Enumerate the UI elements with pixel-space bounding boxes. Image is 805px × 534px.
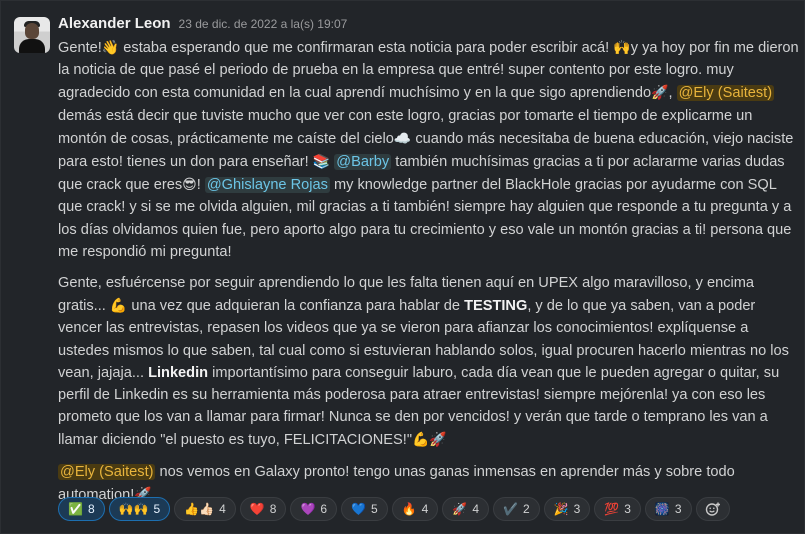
- reaction-raised-hands[interactable]: 🙌🙌 5: [108, 497, 171, 521]
- message-timestamp[interactable]: 23 de dic. de 2022 a la(s) 19:07: [179, 17, 348, 31]
- reaction-emoji: 🔥: [401, 502, 417, 516]
- reaction-emoji: ❤️: [249, 502, 265, 516]
- mention-barby[interactable]: @Barby: [334, 154, 392, 171]
- raised-hands-emoji: 🙌: [613, 39, 631, 55]
- reaction-emoji: 💜: [300, 502, 316, 516]
- reaction-check-mark[interactable]: ✔️ 2: [493, 497, 540, 521]
- flexed-biceps-emoji: 💪: [109, 297, 128, 314]
- reaction-emoji: 🚀: [452, 502, 468, 516]
- avatar[interactable]: [14, 17, 50, 53]
- author-name[interactable]: Alexander Leon: [58, 15, 171, 32]
- reaction-fire[interactable]: 🔥 4: [391, 497, 439, 521]
- reaction-count: 4: [219, 502, 226, 516]
- reaction-count: 5: [371, 502, 378, 516]
- avatar-head: [25, 23, 39, 39]
- reaction-count: 2: [522, 502, 530, 516]
- reaction-blue-heart[interactable]: 💙 5: [341, 497, 388, 521]
- mention-ely-2[interactable]: @Ely (Saitest): [58, 463, 156, 480]
- reaction-count: 8: [269, 502, 277, 516]
- reaction-count: 3: [573, 502, 581, 516]
- books-emoji: 📚: [312, 153, 331, 170]
- paragraph-2: Gente, esfuércense por seguir aprendiend…: [58, 275, 789, 449]
- reaction-emoji: ✅: [68, 502, 83, 516]
- reaction-red-heart[interactable]: ❤️ 8: [239, 497, 287, 521]
- rocket-emoji: 🚀: [651, 84, 669, 101]
- reaction-emoji: 🙌🙌: [118, 502, 149, 516]
- message-body: Gente!👋 estaba esperando que me confirma…: [58, 36, 800, 515]
- reaction-count: 3: [624, 502, 631, 516]
- add-emoji-icon: [705, 502, 720, 516]
- sunglasses-emoji: 😎: [182, 176, 197, 193]
- message-header: Alexander Leon 23 de dic. de 2022 a la(s…: [58, 15, 347, 35]
- reaction-count: 5: [153, 502, 161, 516]
- reaction-count: 3: [674, 502, 682, 516]
- bold-testing: TESTING: [464, 298, 528, 315]
- bold-linkedin: Linkedin: [148, 364, 209, 381]
- reaction-fireworks[interactable]: 🎆 3: [644, 497, 692, 521]
- add-reaction-button[interactable]: [695, 497, 730, 521]
- reaction-count: 4: [472, 502, 479, 516]
- cloud-emoji: ☁️: [393, 129, 412, 146]
- reaction-hundred[interactable]: 💯 3: [594, 497, 641, 521]
- reaction-purple-heart[interactable]: 💜 6: [290, 497, 338, 521]
- reaction-count: 6: [320, 502, 328, 516]
- reactions-bar: ✅ 8 🙌🙌 5 👍👍🏻 4 ❤️ 8 💜 6 💙 5 🔥 4 🚀 4 ✔️ 2 🎉 3 💯 3 🎆 3: [58, 497, 730, 521]
- reaction-thumbs-up[interactable]: 👍👍🏻 4: [174, 497, 236, 521]
- reaction-emoji: 🎉: [553, 502, 569, 516]
- mention-ely[interactable]: @Ely (Saitest): [676, 85, 775, 102]
- reaction-count: 4: [421, 502, 429, 516]
- reaction-emoji: 🎆: [654, 502, 670, 516]
- reaction-emoji: 💙: [351, 502, 367, 516]
- paragraph-1: Gente!👋 estaba esperando que me confirma…: [58, 39, 799, 260]
- message-container: Alexander Leon 23 de dic. de 2022 a la(s…: [0, 0, 805, 534]
- avatar-body: [19, 39, 45, 53]
- reaction-party-popper[interactable]: 🎉 3: [543, 497, 591, 521]
- reaction-count: 8: [87, 502, 95, 516]
- reaction-emoji: ✔️: [503, 502, 518, 516]
- reaction-emoji: 👍👍🏻: [184, 502, 215, 516]
- mention-ghislayne[interactable]: @Ghislayne Rojas: [204, 177, 330, 194]
- reaction-emoji: 💯: [604, 502, 620, 516]
- reaction-check[interactable]: ✅ 8: [58, 497, 105, 521]
- reaction-rocket[interactable]: 🚀 4: [442, 497, 489, 521]
- biceps-rocket-emoji: 💪🚀: [412, 431, 447, 448]
- waving-hand-emoji: 👋: [101, 39, 120, 55]
